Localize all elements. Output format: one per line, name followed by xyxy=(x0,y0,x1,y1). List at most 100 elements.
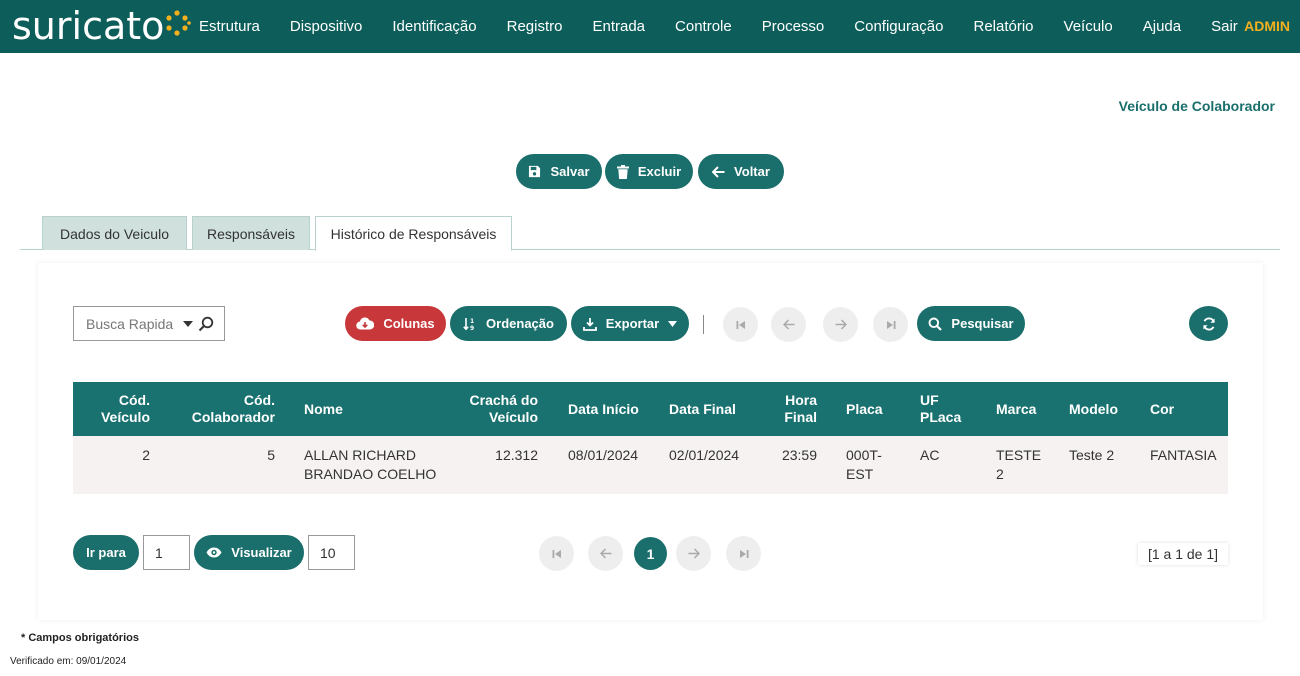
arrow-right-icon xyxy=(688,548,700,559)
step-forward-icon xyxy=(739,549,748,558)
sort-label: Ordenação xyxy=(486,316,554,331)
search-button[interactable]: Pesquisar xyxy=(917,306,1025,341)
cell-nome: ALLAN RICHARD BRANDAO COELHO xyxy=(304,447,437,482)
page-title: Veículo de Colaborador xyxy=(1118,98,1275,114)
arrow-left-icon xyxy=(712,165,725,178)
header-data-final[interactable]: Data Final xyxy=(669,382,736,436)
top-navbar: suricato Estrutura Dispositivo Identific… xyxy=(0,0,1300,53)
quick-search-placeholder: Busca Rapida xyxy=(86,315,174,332)
last-page-button[interactable] xyxy=(726,536,761,571)
view-label: Visualizar xyxy=(231,545,292,560)
previous-page-button-top[interactable] xyxy=(771,307,806,342)
table-header: Cód. Veículo Cód. Colaborador Nome Crachá … xyxy=(73,382,1228,436)
header-cod-colaborador[interactable]: Cód. Colaborador xyxy=(173,382,275,436)
toolbar-separator xyxy=(703,315,704,334)
nav-controle[interactable]: Controle xyxy=(660,18,747,35)
cell-marca: TESTE 2 xyxy=(996,447,1042,482)
save-button[interactable]: Salvar xyxy=(516,154,602,189)
svg-text:9: 9 xyxy=(470,325,474,331)
main-menu: Estrutura Dispositivo Identificação Regi… xyxy=(184,0,1253,53)
export-button[interactable]: Exportar xyxy=(571,306,689,341)
back-button[interactable]: Voltar xyxy=(698,154,784,189)
header-marca[interactable]: Marca xyxy=(996,382,1036,436)
nav-processo[interactable]: Processo xyxy=(747,18,840,35)
cell-cod-veiculo: 2 xyxy=(142,447,150,463)
view-button[interactable]: Visualizar xyxy=(194,535,304,570)
header-cod-veiculo[interactable]: Cód. Veículo xyxy=(73,382,150,436)
table-row[interactable]: 2 5 ALLAN RICHARD BRANDAO COELHO 12.312 0… xyxy=(73,436,1228,494)
nav-registro[interactable]: Registro xyxy=(492,18,578,35)
nav-dispositivo[interactable]: Dispositivo xyxy=(275,18,378,35)
required-fields-note: * Campos obrigatórios xyxy=(21,632,139,644)
header-cracha-do-veiculo[interactable]: Crachá do Veículo xyxy=(453,382,538,436)
cloud-download-icon xyxy=(356,317,375,330)
export-label: Exportar xyxy=(605,316,660,331)
caret-down-icon xyxy=(668,320,678,327)
arrow-left-icon xyxy=(599,548,611,559)
back-label: Voltar xyxy=(734,164,770,179)
caret-down-icon xyxy=(183,321,193,327)
search-icon[interactable] xyxy=(198,316,214,332)
next-page-button[interactable] xyxy=(676,536,711,571)
cell-cracha: 12.312 xyxy=(495,447,538,463)
sort-button[interactable]: 1 9 Ordenação xyxy=(450,306,567,341)
step-backward-icon xyxy=(736,320,745,329)
header-modelo[interactable]: Modelo xyxy=(1069,382,1118,436)
step-forward-icon xyxy=(886,320,895,329)
first-page-button-top[interactable] xyxy=(723,307,758,342)
refresh-icon xyxy=(1202,317,1215,330)
nav-ajuda[interactable]: Ajuda xyxy=(1128,18,1196,35)
delete-label: Excluir xyxy=(637,164,682,179)
previous-page-button[interactable] xyxy=(588,536,623,571)
cell-hora-final: 23:59 xyxy=(781,447,817,463)
refresh-button[interactable] xyxy=(1189,306,1228,341)
eye-icon xyxy=(206,547,222,558)
nav-configuracao[interactable]: Configuração xyxy=(839,18,958,35)
tab-dados-do-veiculo[interactable]: Dados do Veiculo xyxy=(42,216,187,250)
header-data-inicio[interactable]: Data Início xyxy=(568,382,639,436)
header-uf-placa[interactable]: UF PLaca xyxy=(920,382,961,436)
nav-entrada[interactable]: Entrada xyxy=(577,18,660,35)
records-range: [1 a 1 de 1] xyxy=(1138,543,1228,565)
floppy-icon xyxy=(529,165,541,178)
history-table: Cód. Veículo Cód. Colaborador Nome Crachá … xyxy=(73,382,1228,494)
header-placa[interactable]: Placa xyxy=(846,382,883,436)
cell-placa: 000T- EST xyxy=(846,447,882,482)
delete-button[interactable]: Excluir xyxy=(605,154,693,189)
page-size-input[interactable]: 10 xyxy=(308,535,355,570)
tab-responsaveis[interactable]: Responsáveis xyxy=(192,216,310,250)
logo[interactable]: suricato xyxy=(12,4,192,48)
current-page-button[interactable]: 1 xyxy=(634,537,667,570)
nav-identificacao[interactable]: Identificação xyxy=(377,18,491,35)
nav-estrutura[interactable]: Estrutura xyxy=(184,18,275,35)
user-name[interactable]: ADMIN xyxy=(1244,0,1290,53)
goto-page-button[interactable]: Ir para xyxy=(73,535,139,570)
nav-relatorio[interactable]: Relatório xyxy=(959,18,1049,35)
columns-button[interactable]: Colunas xyxy=(345,306,446,341)
search-icon xyxy=(928,317,943,331)
download-icon xyxy=(582,317,597,331)
last-page-button-top[interactable] xyxy=(873,307,908,342)
arrow-left-icon xyxy=(782,319,794,330)
goto-page-input[interactable]: 1 xyxy=(143,535,190,570)
logo-text: suricato xyxy=(12,4,165,48)
cell-uf: AC xyxy=(920,447,940,463)
search-label: Pesquisar xyxy=(951,316,1014,331)
save-label: Salvar xyxy=(550,164,590,179)
cell-cod-colaborador: 5 xyxy=(267,447,275,463)
next-page-button-top[interactable] xyxy=(823,307,858,342)
quick-search-select[interactable]: Busca Rapida xyxy=(73,306,225,341)
nav-veiculo[interactable]: Veículo xyxy=(1049,18,1128,35)
header-nome[interactable]: Nome xyxy=(304,382,343,436)
svg-text:1: 1 xyxy=(470,318,474,325)
tab-historico-de-responsaveis[interactable]: Histórico de Responsáveis xyxy=(315,216,512,251)
step-backward-icon xyxy=(552,549,561,558)
first-page-button[interactable] xyxy=(539,536,574,571)
cell-data-inicio: 08/01/2024 xyxy=(568,447,639,463)
cell-modelo: Teste 2 xyxy=(1069,447,1115,463)
goto-page-label: Ir para xyxy=(86,545,126,560)
header-hora-final[interactable]: Hora Final xyxy=(773,382,817,436)
cell-cor: FANTASIA xyxy=(1150,447,1217,463)
header-cor[interactable]: Cor xyxy=(1150,382,1174,436)
sort-icon: 1 9 xyxy=(463,317,474,331)
